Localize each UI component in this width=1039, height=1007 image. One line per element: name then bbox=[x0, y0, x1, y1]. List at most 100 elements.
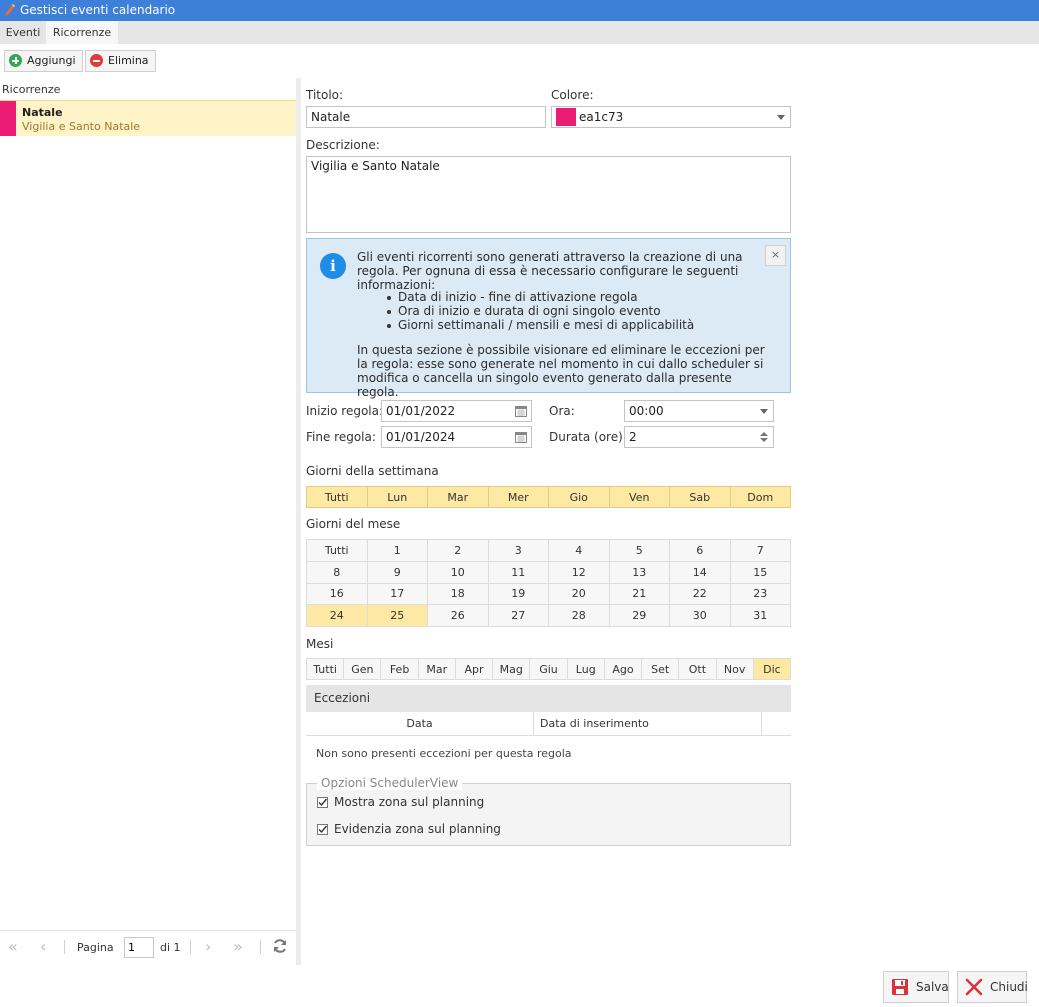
monthday-toggle-1[interactable]: 1 bbox=[367, 540, 428, 562]
weekday-toggle-dom[interactable]: Dom bbox=[730, 487, 791, 508]
month-toggle-set[interactable]: Set bbox=[642, 659, 680, 680]
monthday-toggle-20[interactable]: 20 bbox=[549, 583, 610, 606]
chevron-down-icon bbox=[760, 409, 768, 414]
monthday-toggle-16[interactable]: 16 bbox=[307, 583, 368, 606]
show-zone-checkbox[interactable]: Mostra zona sul planning bbox=[317, 795, 484, 811]
info-bullet: Data di inizio - fine di attivazione reg… bbox=[383, 290, 694, 304]
monthday-toggle-10[interactable]: 10 bbox=[428, 561, 489, 584]
duration-value: 2 bbox=[629, 430, 637, 444]
plus-circle-icon bbox=[9, 54, 22, 67]
first-page-icon[interactable]: « bbox=[8, 939, 18, 955]
add-button[interactable]: Aggiungi bbox=[4, 50, 83, 72]
tab-ricorrenze[interactable]: Ricorrenze bbox=[46, 21, 118, 44]
weekday-toggle-lun[interactable]: Lun bbox=[367, 487, 428, 508]
month-toggle-dic[interactable]: Dic bbox=[753, 659, 791, 680]
weekday-toggle-gio[interactable]: Gio bbox=[549, 487, 610, 508]
month-toggle-tutti[interactable]: Tutti bbox=[307, 659, 345, 680]
monthday-toggle-30[interactable]: 30 bbox=[670, 605, 731, 627]
monthday-toggle-31[interactable]: 31 bbox=[730, 605, 791, 627]
save-button-label: Salva bbox=[916, 980, 949, 994]
monthday-toggle-12[interactable]: 12 bbox=[549, 561, 610, 584]
monthday-toggle-28[interactable]: 28 bbox=[549, 605, 610, 627]
monthday-toggle-26[interactable]: 26 bbox=[428, 605, 489, 627]
duration-label: Durata (ore): bbox=[549, 430, 627, 444]
monthday-toggle-4[interactable]: 4 bbox=[549, 540, 610, 562]
page-number-input[interactable] bbox=[124, 937, 154, 958]
monthday-toggle-21[interactable]: 21 bbox=[609, 583, 670, 606]
month-toggle-ott[interactable]: Ott bbox=[679, 659, 717, 680]
monthday-toggle-tutti[interactable]: Tutti bbox=[307, 540, 368, 562]
month-toggle-lug[interactable]: Lug bbox=[567, 659, 605, 680]
save-button[interactable]: Salva bbox=[883, 971, 949, 1003]
calendar-icon[interactable] bbox=[515, 405, 527, 417]
month-toggle-mar[interactable]: Mar bbox=[418, 659, 456, 680]
start-date-input[interactable]: 01/01/2022 bbox=[381, 400, 532, 422]
toolbar: Aggiungi Elimina bbox=[0, 44, 1039, 78]
monthday-toggle-29[interactable]: 29 bbox=[609, 605, 670, 627]
prev-page-icon[interactable]: ‹ bbox=[40, 939, 46, 955]
weekday-toggle-sab[interactable]: Sab bbox=[670, 487, 731, 508]
monthday-toggle-15[interactable]: 15 bbox=[730, 561, 791, 584]
show-zone-label: Mostra zona sul planning bbox=[334, 795, 485, 809]
monthday-toggle-14[interactable]: 14 bbox=[670, 561, 731, 584]
monthday-selector: Tutti 1 2 3 4 5 6 7 8 9 10 11 12 13 14 15 16 17 18 19 20 21 22… bbox=[306, 539, 791, 627]
monthday-toggle-9[interactable]: 9 bbox=[367, 561, 428, 584]
info-text-exceptions: In questa sezione è possibile visionare … bbox=[357, 343, 765, 399]
start-date-label: Inizio regola: bbox=[306, 404, 384, 418]
info-text-intro: Gli eventi ricorrenti sono generati attr… bbox=[357, 250, 743, 292]
monthday-toggle-2[interactable]: 2 bbox=[428, 540, 489, 562]
monthday-toggle-17[interactable]: 17 bbox=[367, 583, 428, 606]
list-item[interactable]: Natale Vigilia e Santo Natale bbox=[0, 100, 296, 136]
time-value: 00:00 bbox=[629, 404, 664, 418]
month-toggle-mag[interactable]: Mag bbox=[493, 659, 531, 680]
duration-stepper[interactable]: 2 bbox=[624, 426, 774, 448]
title-input[interactable] bbox=[306, 106, 546, 128]
monthday-toggle-5[interactable]: 5 bbox=[609, 540, 670, 562]
monthday-toggle-18[interactable]: 18 bbox=[428, 583, 489, 606]
refresh-icon[interactable] bbox=[272, 938, 288, 954]
spinner-arrows-icon[interactable] bbox=[760, 431, 768, 443]
delete-button[interactable]: Elimina bbox=[85, 50, 156, 72]
monthday-toggle-27[interactable]: 27 bbox=[488, 605, 549, 627]
column-header-date[interactable]: Data bbox=[306, 712, 534, 736]
info-bullet: Ora di inizio e durata di ogni singolo e… bbox=[383, 304, 694, 318]
time-label: Ora: bbox=[549, 404, 575, 418]
chevron-down-icon bbox=[777, 115, 785, 120]
monthday-toggle-23[interactable]: 23 bbox=[730, 583, 791, 606]
monthday-toggle-7[interactable]: 7 bbox=[730, 540, 791, 562]
month-toggle-apr[interactable]: Apr bbox=[455, 659, 494, 680]
end-date-input[interactable]: 01/01/2024 bbox=[381, 426, 532, 448]
column-header-insert-date[interactable]: Data di inserimento bbox=[540, 712, 762, 736]
panel-splitter[interactable] bbox=[296, 78, 301, 965]
month-toggle-giu[interactable]: Giu bbox=[530, 659, 568, 680]
last-page-icon[interactable]: » bbox=[233, 939, 243, 955]
month-toggle-gen[interactable]: Gen bbox=[344, 659, 382, 680]
monthday-toggle-3[interactable]: 3 bbox=[488, 540, 549, 562]
time-select[interactable]: 00:00 bbox=[624, 400, 774, 422]
highlight-zone-checkbox[interactable]: Evidenzia zona sul planning bbox=[317, 822, 501, 838]
monthday-toggle-25[interactable]: 25 bbox=[367, 605, 428, 627]
tab-eventi[interactable]: Eventi bbox=[0, 21, 46, 44]
monthday-toggle-22[interactable]: 22 bbox=[670, 583, 731, 606]
month-toggle-feb[interactable]: Feb bbox=[381, 659, 419, 680]
weekday-toggle-ven[interactable]: Ven bbox=[609, 487, 670, 508]
list-item-name: Natale bbox=[22, 106, 63, 119]
weekday-toggle-mer[interactable]: Mer bbox=[488, 487, 549, 508]
close-button[interactable]: Chiudi bbox=[957, 971, 1028, 1003]
month-toggle-ago[interactable]: Ago bbox=[604, 659, 643, 680]
month-toggle-nov[interactable]: Nov bbox=[716, 659, 754, 680]
monthday-toggle-11[interactable]: 11 bbox=[488, 561, 549, 584]
weekday-toggle-mar[interactable]: Mar bbox=[428, 487, 489, 508]
monthday-toggle-24[interactable]: 24 bbox=[307, 605, 368, 627]
color-select[interactable]: ea1c73 bbox=[551, 106, 791, 128]
monthday-toggle-8[interactable]: 8 bbox=[307, 561, 368, 584]
monthday-toggle-19[interactable]: 19 bbox=[488, 583, 549, 606]
weekday-toggle-tutti[interactable]: Tutti bbox=[307, 487, 368, 508]
monthday-toggle-13[interactable]: 13 bbox=[609, 561, 670, 584]
description-textarea[interactable]: Vigilia e Santo Natale bbox=[306, 156, 791, 233]
monthdays-title: Giorni del mese bbox=[306, 517, 401, 531]
exceptions-header: Eccezioni bbox=[306, 685, 791, 712]
next-page-icon[interactable]: › bbox=[205, 939, 211, 955]
monthday-toggle-6[interactable]: 6 bbox=[670, 540, 731, 562]
calendar-icon[interactable] bbox=[515, 431, 527, 443]
